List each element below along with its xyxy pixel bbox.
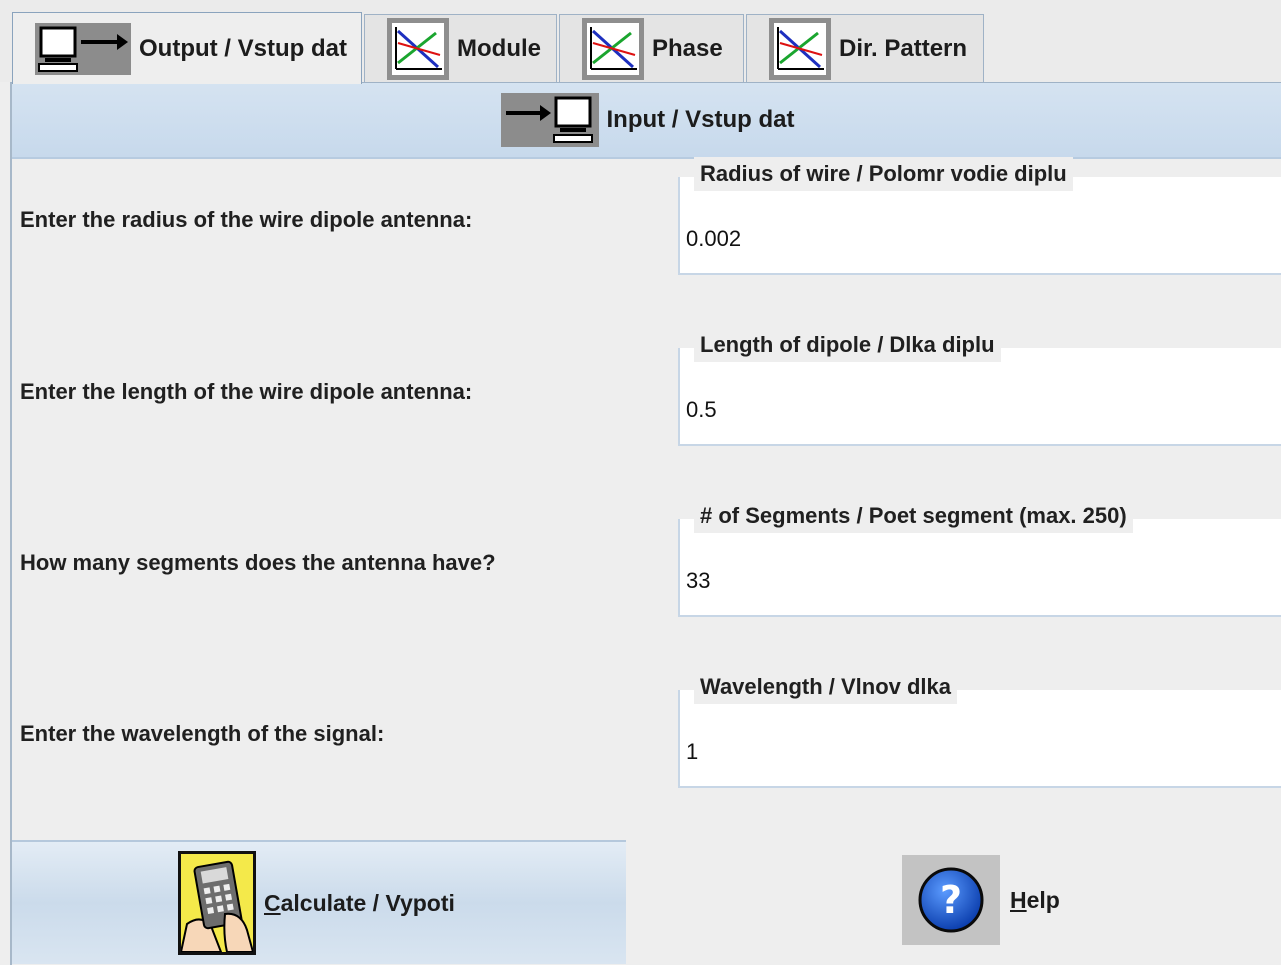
help-label: Help bbox=[1010, 886, 1060, 913]
tab-dir-pattern-label: Dir. Pattern bbox=[839, 34, 968, 62]
graph-plot-icon bbox=[387, 17, 449, 80]
tab-output[interactable]: Output / Vstup dat bbox=[12, 12, 362, 84]
length-legend: Length of dipole / Dlka diplu bbox=[694, 328, 1001, 362]
segments-fieldset: # of Segments / Poet segment (max. 250) bbox=[678, 499, 1281, 617]
arrow-into-monitor-icon bbox=[500, 93, 599, 147]
radius-input[interactable] bbox=[686, 221, 1266, 257]
calculate-button[interactable]: Calculate / Vypoti bbox=[12, 840, 626, 964]
output-panel: Input / Vstup dat Enter the radius of th… bbox=[10, 82, 1281, 965]
wavelength-fieldset: Wavelength / Vlnov dlka bbox=[678, 670, 1281, 788]
length-prompt: Enter the length of the wire dipole ante… bbox=[20, 379, 473, 404]
radius-legend: Radius of wire / Polomr vodie diplu bbox=[694, 157, 1073, 191]
wavelength-legend: Wavelength / Vlnov dlka bbox=[694, 670, 958, 704]
wavelength-input[interactable] bbox=[686, 734, 1266, 770]
tab-module-label: Module bbox=[457, 34, 541, 62]
tab-phase-label: Phase bbox=[652, 34, 723, 62]
wavelength-prompt: Enter the wavelength of the signal: bbox=[20, 721, 385, 746]
length-input[interactable] bbox=[686, 392, 1266, 428]
help-button[interactable]: ? Help bbox=[902, 855, 1060, 945]
radius-fieldset: Radius of wire / Polomr vodie diplu bbox=[678, 157, 1281, 275]
segments-legend: # of Segments / Poet segment (max. 250) bbox=[694, 499, 1133, 533]
question-mark-icon: ? bbox=[902, 855, 1000, 945]
monitor-arrow-out-icon bbox=[35, 22, 131, 75]
tab-output-label: Output / Vstup dat bbox=[139, 34, 347, 62]
length-fieldset: Length of dipole / Dlka diplu bbox=[678, 328, 1281, 446]
radius-prompt: Enter the radius of the wire dipole ante… bbox=[20, 207, 473, 232]
segments-input[interactable] bbox=[686, 563, 1266, 599]
svg-text:?: ? bbox=[940, 878, 962, 922]
calculate-label: Calculate / Vypoti bbox=[264, 889, 455, 916]
tab-module[interactable]: Module bbox=[364, 14, 557, 82]
app-window: Output / Vstup dat Module Phase Dir. Pat… bbox=[0, 0, 1281, 965]
tab-input-label: Input / Vstup dat bbox=[606, 106, 795, 133]
calculator-hand-icon bbox=[178, 851, 256, 955]
outer-tab-strip: Output / Vstup dat Module Phase Dir. Pat… bbox=[0, 0, 1281, 84]
graph-plot-icon bbox=[769, 17, 831, 80]
tab-input[interactable]: Input / Vstup dat bbox=[12, 83, 1281, 159]
tab-dir-pattern[interactable]: Dir. Pattern bbox=[746, 14, 984, 82]
segments-prompt: How many segments does the antenna have? bbox=[20, 550, 496, 575]
tab-phase[interactable]: Phase bbox=[559, 14, 744, 82]
graph-plot-icon bbox=[582, 17, 644, 80]
